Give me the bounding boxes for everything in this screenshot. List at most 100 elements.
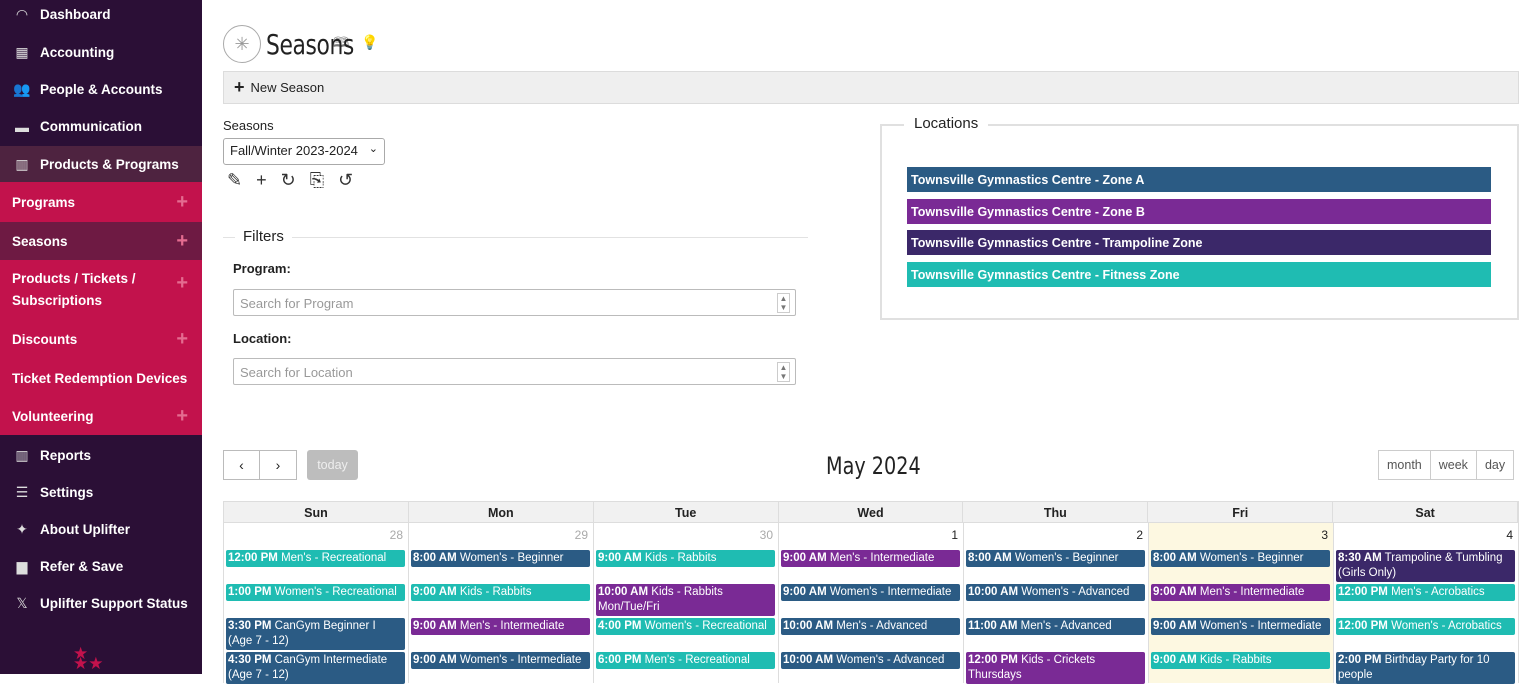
day-cell[interactable]: 3 8:00 AM Women's - Beginner 9:00 AM Men's…: [1149, 523, 1334, 683]
calendar-event[interactable]: 2:00 PM Birthday Party for 10 people: [1336, 652, 1515, 684]
calendar-event[interactable]: 11:00 AM Men's - Advanced: [966, 618, 1145, 635]
calendar-event[interactable]: 10:00 AM Women's - Advanced: [781, 652, 960, 669]
seasons-label: Seasons: [223, 118, 274, 133]
calendar-event[interactable]: 9:00 AM Women's - Intermediate: [781, 584, 960, 601]
day-number[interactable]: 28: [224, 523, 408, 544]
day-cell[interactable]: 28 12:00 PM Men's - Recreational 1:00 PM W…: [224, 523, 409, 684]
month-view-button[interactable]: month: [1378, 450, 1431, 480]
x-logo-icon: 𝕏: [16, 595, 28, 611]
add-icon[interactable]: +: [176, 405, 188, 428]
location-item[interactable]: Townsville Gymnastics Centre - Zone B: [907, 199, 1491, 224]
season-select[interactable]: Fall/Winter 2023-2024 ⌄: [223, 138, 385, 165]
sidebar-subitem-ticket-redemption-devices[interactable]: Ticket Redemption Devices: [0, 359, 202, 397]
spinner-icon[interactable]: ▲ ▼: [777, 362, 790, 382]
calendar-event[interactable]: 8:00 AM Women's - Beginner: [411, 550, 590, 567]
day-cell[interactable]: 2 8:00 AM Women's - Beginner 10:00 AM Wome…: [964, 523, 1149, 684]
filters-legend: Filters: [235, 228, 292, 245]
calendar-event[interactable]: 10:00 AM Kids - Rabbits Mon/Tue/Fri: [596, 584, 775, 616]
undo-icon[interactable]: ↺: [338, 170, 353, 191]
location-item[interactable]: Townsville Gymnastics Centre - Fitness Z…: [907, 262, 1491, 287]
calendar-event[interactable]: 6:00 PM Men's - Recreational: [596, 652, 775, 669]
day-cell[interactable]: 29 8:00 AM Women's - Beginner 9:00 AM Kids…: [409, 523, 594, 683]
event-title: Women's - Intermediate: [829, 586, 952, 598]
calendar-event[interactable]: 12:00 PM Men's - Acrobatics: [1336, 584, 1515, 601]
calendar-event[interactable]: 9:00 AM Men's - Intermediate: [411, 618, 590, 635]
day-cell[interactable]: 1 9:00 AM Men's - Intermediate 9:00 AM Wom…: [779, 523, 964, 683]
day-number[interactable]: 2: [964, 523, 1148, 544]
spinner-icon[interactable]: ▲ ▼: [777, 293, 790, 313]
sidebar-item-communication[interactable]: ▬ Communication: [0, 109, 202, 144]
sidebar-item-uplifter-support-status[interactable]: 𝕏 Uplifter Support Status: [0, 585, 202, 622]
today-button[interactable]: today: [307, 450, 358, 480]
calendar-event[interactable]: 9:00 AM Men's - Intermediate: [1151, 584, 1330, 601]
day-header: Tue: [594, 502, 779, 522]
sidebar-subitem-products-tickets[interactable]: Products / Tickets / Subscriptions +: [0, 260, 202, 320]
calendar-event[interactable]: 12:00 PM Kids - Crickets Thursdays: [966, 652, 1145, 684]
sidebar-item-refer-save[interactable]: ▆ Refer & Save: [0, 548, 202, 585]
event-time: 4:30 PM: [228, 654, 272, 666]
calendar-event[interactable]: 9:00 AM Women's - Intermediate: [411, 652, 590, 669]
add-icon[interactable]: +: [256, 170, 267, 191]
sidebar-item-people-accounts[interactable]: 👥 People & Accounts: [0, 72, 202, 107]
sidebar-subitem-programs[interactable]: Programs +: [0, 182, 202, 222]
sidebar-subitem-discounts[interactable]: Discounts +: [0, 320, 202, 359]
sidebar-subitem-volunteering[interactable]: Volunteering +: [0, 397, 202, 435]
day-number[interactable]: 1: [779, 523, 963, 544]
event-time: 10:00 AM: [783, 620, 834, 632]
calendar-event[interactable]: 9:00 AM Women's - Intermediate: [1151, 618, 1330, 635]
week-view-button[interactable]: week: [1430, 450, 1477, 480]
lightbulb-icon[interactable]: 💡: [361, 34, 378, 50]
prev-button[interactable]: ‹: [223, 450, 260, 480]
day-number[interactable]: 30: [594, 523, 778, 544]
calendar-event[interactable]: 3:30 PM CanGym Beginner I (Age 7 - 12): [226, 618, 405, 650]
calendar-event[interactable]: 9:00 AM Men's - Intermediate: [781, 550, 960, 567]
calendar-event[interactable]: 8:00 AM Women's - Beginner: [966, 550, 1145, 567]
calendar-event[interactable]: 8:00 AM Women's - Beginner: [1151, 550, 1330, 567]
calendar-event[interactable]: 8:30 AM Trampoline & Tumbling (Girls Onl…: [1336, 550, 1515, 582]
day-number[interactable]: 3: [1149, 523, 1333, 544]
day-number[interactable]: 29: [409, 523, 593, 544]
calendar-event[interactable]: 1:00 PM Women's - Recreational: [226, 584, 405, 601]
calendar-event[interactable]: 9:00 AM Kids - Rabbits: [1151, 652, 1330, 669]
sidebar-item-accounting[interactable]: ▦ Accounting: [0, 35, 202, 70]
day-number[interactable]: 4: [1334, 523, 1518, 544]
page-title: Seasons: [266, 27, 354, 61]
pencil-icon[interactable]: ✎: [227, 170, 242, 191]
day-cell[interactable]: 30 9:00 AM Kids - Rabbits 10:00 AM Kids - …: [594, 523, 779, 683]
location-item[interactable]: Townsville Gymnastics Centre - Trampolin…: [907, 230, 1491, 255]
calendar-event[interactable]: 4:30 PM CanGym Intermediate (Age 7 - 12): [226, 652, 405, 684]
add-icon[interactable]: +: [176, 272, 188, 295]
calendar-event[interactable]: 9:00 AM Kids - Rabbits: [411, 584, 590, 601]
next-button[interactable]: ›: [260, 450, 297, 480]
sidebar-subitem-seasons[interactable]: Seasons +: [0, 222, 202, 260]
calendar-event[interactable]: 12:00 PM Men's - Recreational: [226, 550, 405, 567]
sparkle-icon: ✦: [16, 521, 28, 537]
sidebar-item-settings[interactable]: ☰ Settings: [0, 474, 202, 511]
calendar-event[interactable]: 4:00 PM Women's - Recreational: [596, 618, 775, 635]
copy-icon[interactable]: ⎘: [310, 170, 324, 191]
event-title: Men's - Advanced: [836, 620, 928, 632]
day-cell[interactable]: 4 8:30 AM Trampoline & Tumbling (Girls On…: [1334, 523, 1519, 684]
calendar-event[interactable]: 10:00 AM Women's - Advanced: [966, 584, 1145, 601]
program-search-input[interactable]: Search for Program ▲ ▼: [233, 289, 796, 316]
event-title: Women's - Intermediate: [459, 654, 582, 666]
sidebar-item-label: People & Accounts: [40, 82, 163, 97]
add-icon[interactable]: +: [176, 328, 188, 351]
calendar-event[interactable]: 12:00 PM Women's - Acrobatics: [1336, 618, 1515, 635]
day-view-button[interactable]: day: [1476, 450, 1515, 480]
location-item[interactable]: Townsville Gymnastics Centre - Zone A: [907, 167, 1491, 192]
sidebar-item-about-uplifter[interactable]: ✦ About Uplifter: [0, 511, 202, 548]
refresh-edit-icon[interactable]: ↻: [281, 170, 296, 191]
add-icon[interactable]: +: [176, 230, 188, 253]
sidebar-item-reports[interactable]: ▥ Reports: [0, 437, 202, 474]
add-icon[interactable]: +: [176, 191, 188, 214]
sidebar-item-dashboard[interactable]: ◠ Dashboard: [0, 0, 202, 32]
location-search-input[interactable]: Search for Location ▲ ▼: [233, 358, 796, 385]
sidebar-item-label: Communication: [40, 119, 143, 134]
new-season-button[interactable]: New Season: [251, 80, 325, 95]
day-header: Mon: [409, 502, 594, 522]
calendar-event[interactable]: 9:00 AM Kids - Rabbits: [596, 550, 775, 567]
sidebar-item-products-programs[interactable]: ▥ Products & Programs: [0, 146, 202, 182]
calendar-event[interactable]: 10:00 AM Men's - Advanced: [781, 618, 960, 635]
sidebar-item-label: Reports: [40, 448, 92, 463]
